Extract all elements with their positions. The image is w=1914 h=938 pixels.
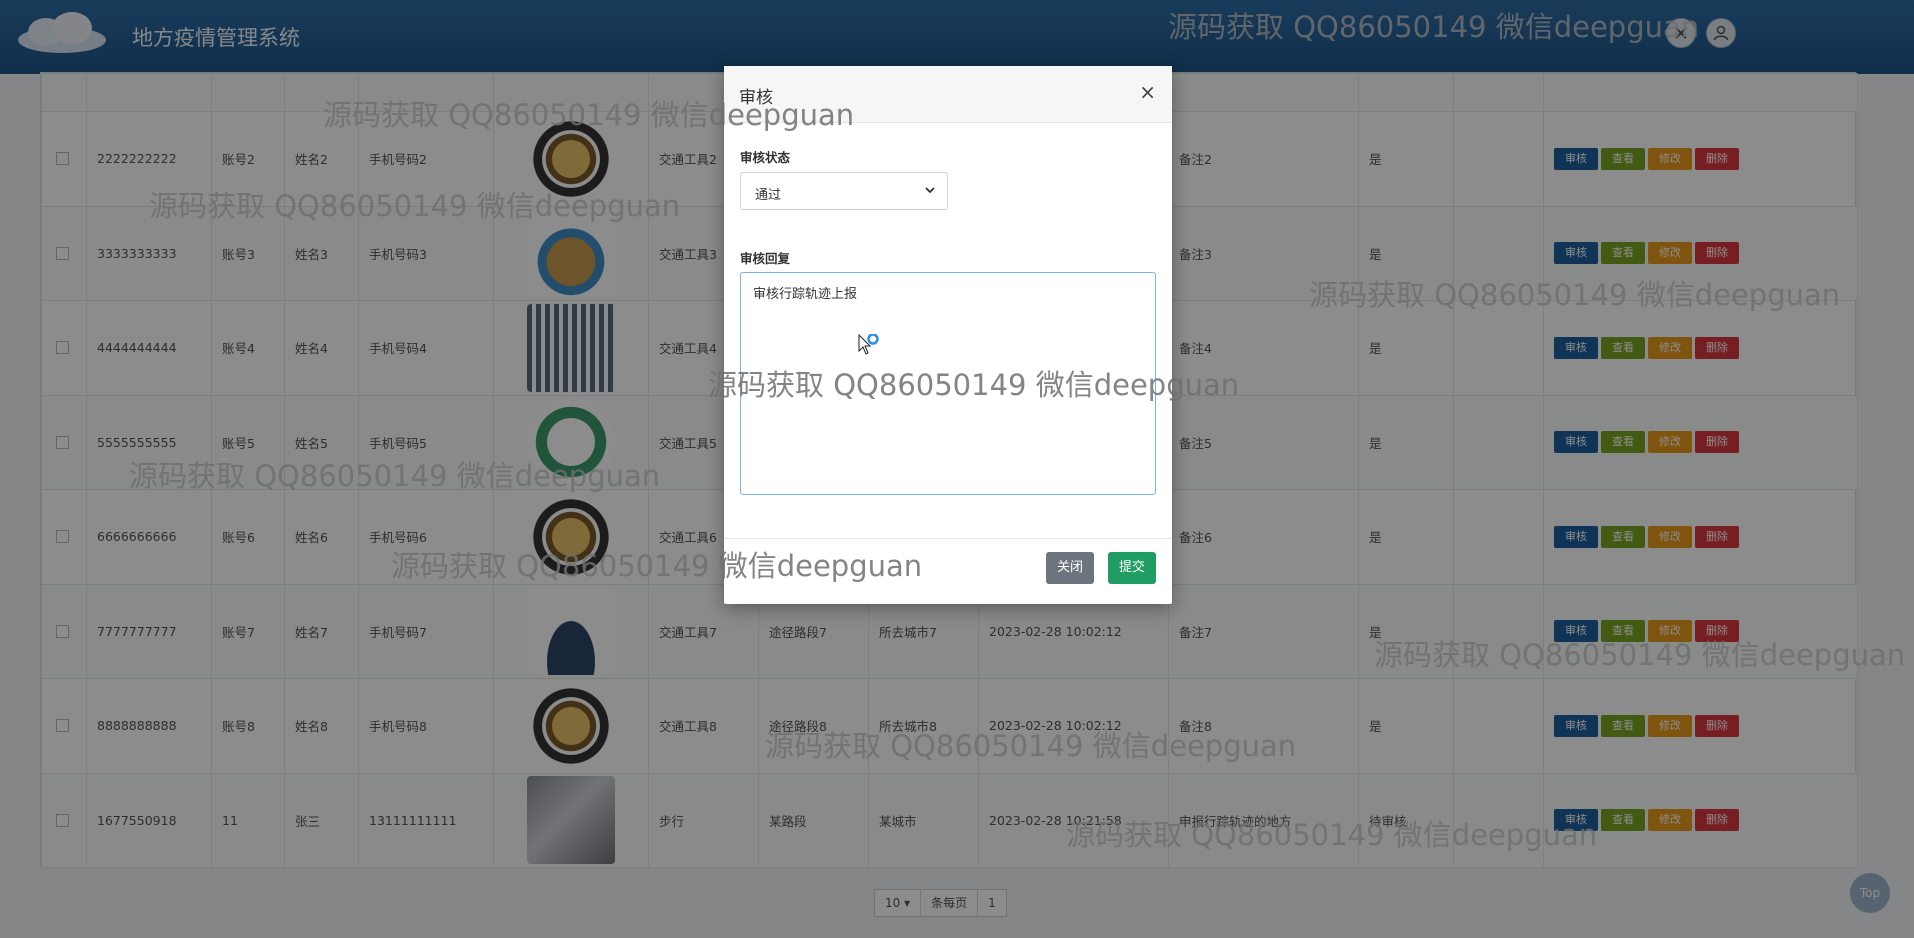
modal-header: 审核 × [724,66,1172,123]
status-label: 审核状态 [740,150,791,165]
status-select-value: 通过 [755,188,782,203]
modal-title: 审核 [739,88,773,108]
modal-footer-divider [724,538,1172,539]
reply-label: 审核回复 [740,251,791,266]
review-modal: 审核 × 审核状态 通过 审核回复 审核行踪轨迹上报 关闭 提交 [724,66,1172,604]
mouse-cursor-icon [858,334,879,355]
submit-button[interactable]: 提交 [1108,552,1157,584]
close-button[interactable]: 关闭 [1046,552,1095,584]
close-icon[interactable]: × [1139,80,1156,104]
reply-textarea[interactable]: 审核行踪轨迹上报 [740,272,1156,495]
chevron-down-icon [925,187,935,194]
reply-text: 审核行踪轨迹上报 [753,287,858,302]
status-select[interactable]: 通过 [740,172,948,210]
